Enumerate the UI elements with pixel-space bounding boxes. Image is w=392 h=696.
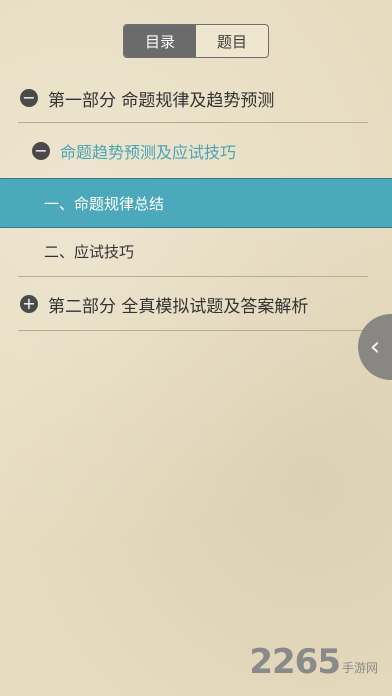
list-item-selected[interactable]: 一、命题规律总结	[0, 178, 392, 228]
tab-bar: 目录 题目	[123, 24, 269, 58]
divider	[18, 276, 368, 277]
tab-catalog[interactable]: 目录	[124, 25, 196, 57]
divider	[18, 330, 368, 331]
tab-questions[interactable]: 题目	[196, 25, 268, 57]
plus-icon: +	[20, 295, 38, 313]
list-item[interactable]: 二、应试技巧	[0, 230, 392, 272]
section-part2[interactable]: + 第二部分 全真模拟试题及答案解析	[0, 282, 392, 326]
section-label: 第二部分 全真模拟试题及答案解析	[48, 296, 309, 317]
section-label: 第一部分 命题规律及趋势预测	[48, 90, 275, 111]
section-part1[interactable]: − 第一部分 命题规律及趋势预测	[0, 78, 392, 118]
list-item-label: 二、应试技巧	[44, 242, 135, 261]
minus-icon: −	[32, 142, 50, 160]
watermark-number: 2265	[249, 642, 341, 682]
minus-icon: −	[20, 89, 38, 107]
watermark-site: 手游网	[341, 661, 378, 675]
subsection-part1[interactable]: − 命题趋势预测及应试技巧	[0, 130, 392, 172]
watermark-logo: 2265 手游网	[249, 642, 378, 682]
chevron-left-icon: ‹	[369, 332, 381, 362]
subsection-label: 命题趋势预测及应试技巧	[60, 143, 237, 162]
divider	[18, 122, 368, 123]
list-item-label: 一、命题规律总结	[44, 194, 165, 213]
